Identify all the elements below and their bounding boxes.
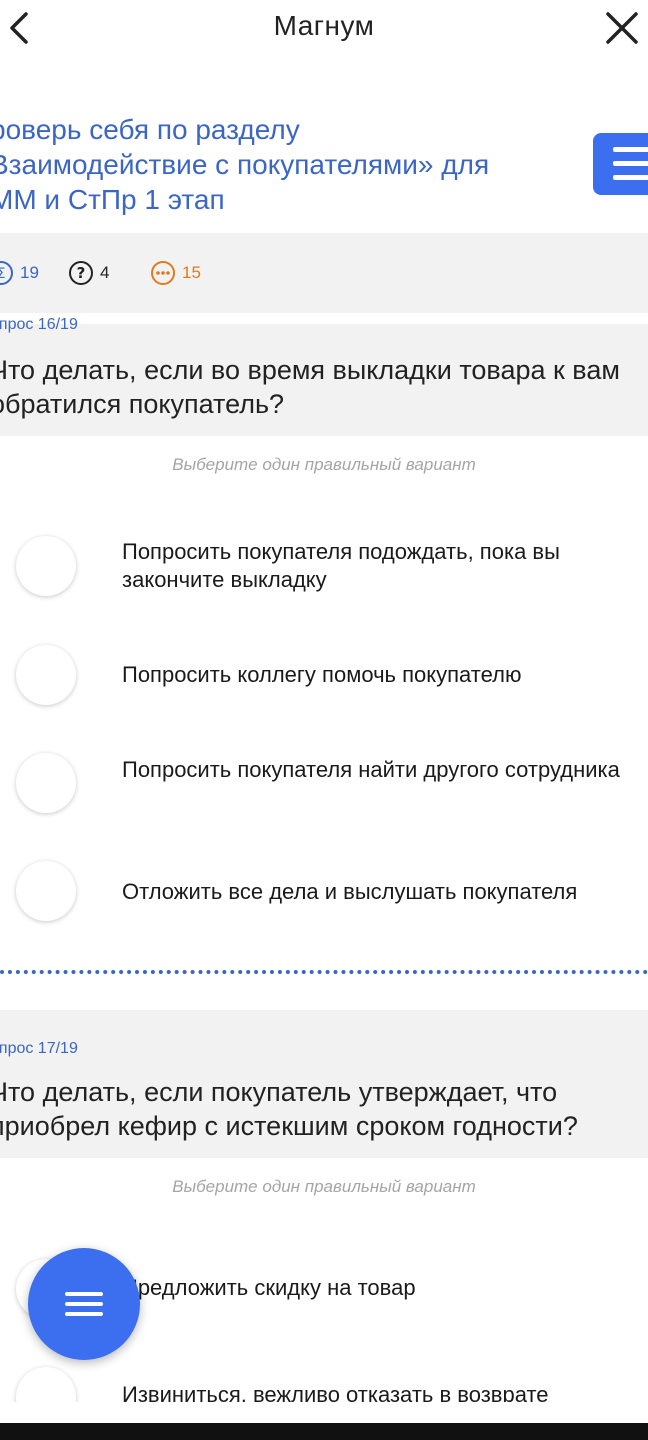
question-divider [0, 970, 648, 974]
question-header: опрос 16/19 Что делать, если во время вы… [0, 316, 648, 436]
answer-option-label: Предложить скидку на товар [122, 1275, 416, 1300]
stat-total: Σ 19 [0, 260, 39, 286]
answer-option[interactable]: Попросить покупателя найти другого сотру… [0, 739, 648, 829]
svg-text:?: ? [77, 264, 86, 282]
stat-remaining-value: 15 [182, 263, 201, 282]
answer-hint: Выберите один правильный вариант [172, 455, 476, 474]
answer-option-label: Попросить покупателя подождать, пока вы … [122, 539, 560, 592]
radio-button[interactable] [16, 645, 76, 705]
question-mark-icon: ? [69, 261, 93, 285]
menu-icon-bar [613, 161, 648, 166]
radio-button[interactable] [16, 536, 76, 596]
page-title: Магнум [273, 10, 375, 41]
close-icon[interactable] [604, 10, 640, 46]
radio-button[interactable] [16, 861, 76, 921]
stat-remaining: 15 [150, 260, 201, 286]
question-text: Что делать, если во время выкладки товар… [0, 355, 620, 419]
stat-total-value: 19 [20, 263, 39, 282]
menu-button[interactable] [593, 133, 648, 195]
answer-option[interactable]: Отложить все дела и выслушать покупателя [0, 847, 648, 937]
top-bar: Магнум [0, 0, 648, 56]
content-scroll-area[interactable]: роверь себя по разделу Взаимодействие с … [0, 56, 648, 1402]
answer-option-label: Извиниться, вежливо отказать в возврате [122, 1382, 549, 1402]
menu-icon-bar [613, 147, 648, 152]
stats-bar: Σ 19 ? 4 15 [0, 233, 648, 313]
answer-hint: Выберите один правильный вариант [172, 1177, 476, 1196]
test-title: роверь себя по разделу Взаимодействие с … [0, 112, 550, 217]
answer-option-label: Попросить коллегу помочь покупателю [122, 662, 522, 687]
answer-option-label: Отложить все дела и выслушать покупателя [122, 879, 578, 904]
answer-option[interactable]: Извиниться, вежливо отказать в возврате [0, 1353, 648, 1402]
question-text: Что делать, если покупатель утверждает, … [0, 1077, 578, 1141]
question-header: опрос 17/19 Что делать, если покупатель … [0, 1010, 648, 1158]
more-dots-icon [151, 261, 175, 285]
answer-option[interactable]: Попросить коллегу помочь покупателю [0, 631, 648, 721]
menu-icon-bar [613, 175, 648, 180]
radio-button[interactable] [16, 753, 76, 813]
menu-icon-bar [65, 1302, 103, 1306]
question-number: опрос 17/19 [0, 1040, 78, 1057]
answer-option[interactable]: Попросить покупателя подождать, пока вы … [0, 522, 648, 612]
radio-button[interactable] [16, 1367, 76, 1402]
system-navigation-bar [0, 1423, 648, 1440]
stat-unanswered-value: 4 [100, 263, 110, 282]
floating-menu-button[interactable] [28, 1248, 140, 1360]
svg-text:Σ: Σ [0, 266, 5, 282]
menu-icon-bar [65, 1292, 103, 1296]
question-number: опрос 16/19 [0, 316, 78, 333]
menu-icon-bar [65, 1312, 103, 1316]
test-title-text: роверь себя по разделу Взаимодействие с … [0, 114, 490, 215]
sigma-icon: Σ [0, 261, 13, 285]
answer-option-label: Попросить покупателя найти другого сотру… [122, 757, 620, 782]
stat-unanswered: ? 4 [68, 260, 109, 286]
